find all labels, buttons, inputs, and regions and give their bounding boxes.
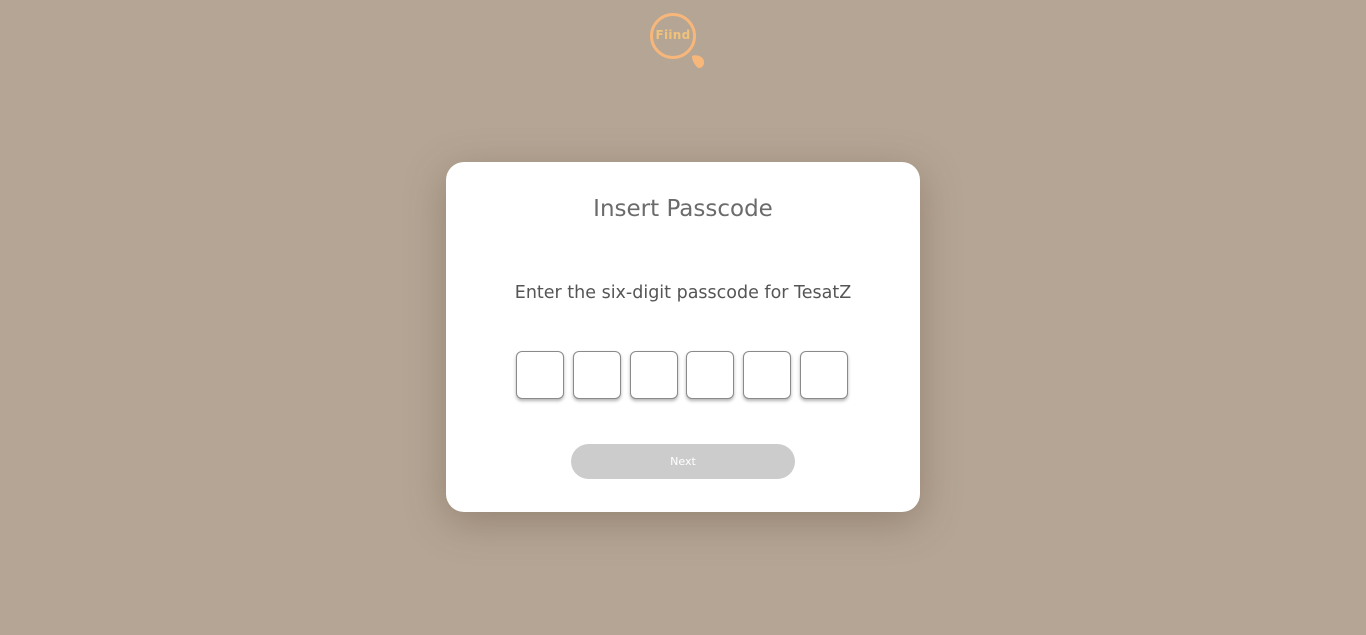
passcode-digit-1[interactable] xyxy=(516,351,564,399)
passcode-card: Insert Passcode Enter the six-digit pass… xyxy=(446,162,920,512)
fiind-logo: Fiind xyxy=(648,12,710,72)
next-button[interactable]: Next xyxy=(571,444,795,479)
passcode-digit-6[interactable] xyxy=(800,351,848,399)
passcode-digit-2[interactable] xyxy=(573,351,621,399)
passcode-digit-5[interactable] xyxy=(743,351,791,399)
page-title: Insert Passcode xyxy=(593,196,773,222)
magnifier-logo-icon xyxy=(650,13,705,69)
passcode-digit-3[interactable] xyxy=(630,351,678,399)
passcode-input-group xyxy=(516,351,852,403)
passcode-digit-4[interactable] xyxy=(686,351,734,399)
logo-text: Fiind xyxy=(655,28,691,42)
passcode-instructions: Enter the six-digit passcode for TesatZ xyxy=(514,283,852,303)
